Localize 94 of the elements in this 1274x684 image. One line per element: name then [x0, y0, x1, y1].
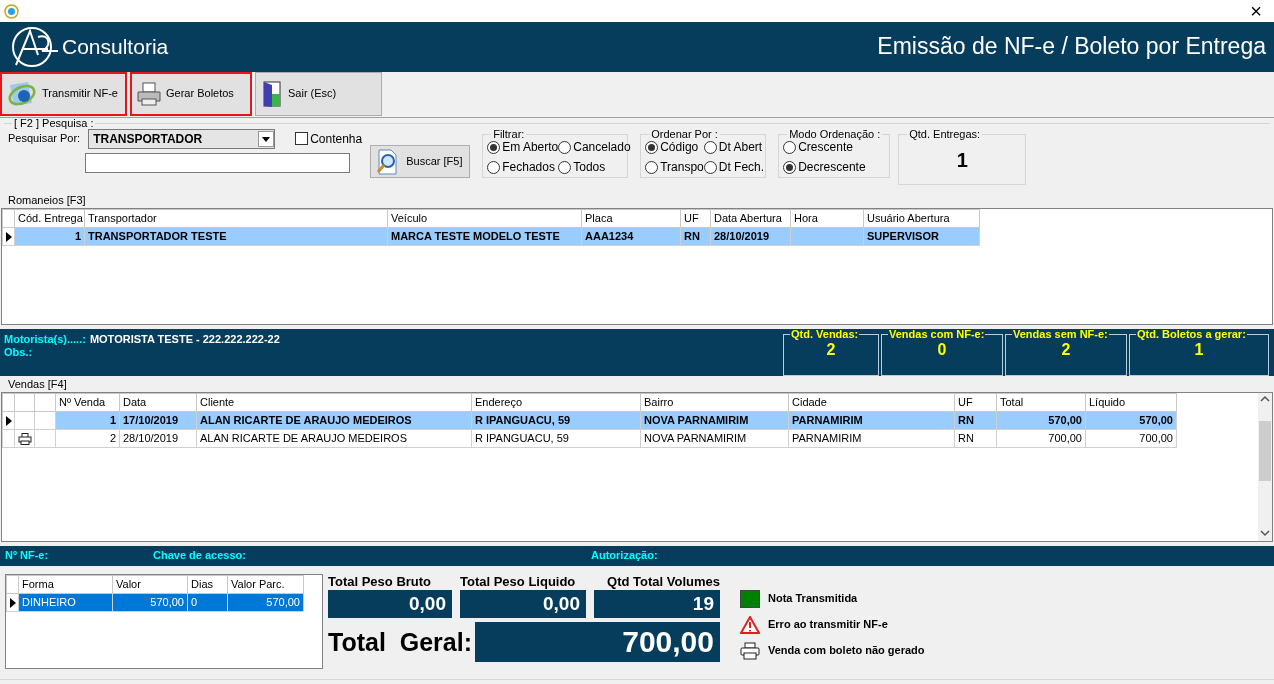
scrollbar[interactable]: [1258, 393, 1272, 541]
table-cell: NOVA PARNAMIRIM: [640, 429, 789, 448]
stat-value: 2: [825, 340, 837, 360]
radio-option[interactable]: Crescente: [783, 140, 886, 155]
group-label: Filtrar:: [492, 129, 526, 140]
section-label: Vendas [F4]: [7, 377, 68, 392]
column-header[interactable]: UF: [680, 209, 711, 228]
deliveries-count: 1: [955, 148, 969, 172]
column-header[interactable]: Data: [119, 393, 197, 412]
search-button[interactable]: Buscar [F5]: [370, 145, 471, 178]
column-header[interactable]: Total: [996, 393, 1086, 412]
stat-value: 1: [1193, 340, 1205, 360]
table-cell: 700,00: [1085, 429, 1177, 448]
driver-name: MOTORISTA TESTE - 222.222.222-22: [89, 333, 280, 347]
column-header[interactable]: Valor: [112, 575, 188, 594]
total-label: Total Peso Bruto: [328, 574, 433, 590]
total-value: 19: [594, 589, 720, 618]
toolbar-button[interactable]: Gerar Boletos: [130, 72, 252, 116]
table-cell: 2: [55, 429, 120, 448]
column-header[interactable]: Endereço: [471, 393, 641, 412]
app-icon: [4, 3, 19, 19]
column-header[interactable]: Valor Parc.: [227, 575, 304, 594]
legend-label: Erro ao transmitir NF-e: [768, 618, 888, 632]
search-field[interactable]: [85, 153, 350, 173]
field-label: Nº NF-e:: [4, 549, 50, 563]
radio-option[interactable]: Em Aberto: [487, 140, 559, 155]
group-label: Qtd. Entregas:: [908, 129, 982, 140]
radio-option[interactable]: Cancelado: [558, 140, 631, 155]
scrollbar-thumb[interactable]: [1259, 421, 1271, 481]
grand-total-value: 700,00: [475, 621, 720, 662]
field-label: Motorista(s).....:: [4, 333, 86, 347]
radio-option[interactable]: Todos: [558, 160, 631, 175]
group-label: Ordenar Por :: [650, 129, 719, 140]
table-cell: ALAN RICARTE DE ARAUJO MEDEIROS: [196, 429, 472, 448]
total-value: 0,00: [328, 589, 452, 618]
field-label: Autorização:: [591, 549, 658, 563]
column-header[interactable]: Usuário Abertura: [863, 209, 980, 228]
column-header[interactable]: Dias: [187, 575, 228, 594]
grand-total-label: Total Geral:: [328, 626, 472, 657]
table-cell: 28/10/2019: [119, 429, 197, 448]
column-header[interactable]: Data Abertura: [710, 209, 791, 228]
total-value: 0,00: [460, 589, 586, 618]
stat-label: Qtd. Vendas:: [790, 329, 860, 340]
radio-option[interactable]: Transpo: [645, 160, 704, 175]
total-label: Qtd Total Volumes: [606, 574, 720, 590]
toolbar-button[interactable]: Transmitir NF-e: [0, 72, 127, 116]
stat-value: 2: [1060, 340, 1072, 360]
radio-option[interactable]: Decrescente: [783, 160, 886, 175]
table-cell: RN: [954, 429, 997, 448]
search-by-dropdown[interactable]: TRANSPORTADOR: [88, 129, 276, 149]
contains-checkbox[interactable]: Contenha: [295, 131, 363, 147]
warning-icon: [740, 616, 760, 634]
printer-icon: [740, 642, 760, 660]
document-globe-icon: [6, 79, 38, 109]
field-label: Chave de acesso:: [153, 549, 247, 563]
stat-value: 0: [936, 340, 948, 360]
radio-option[interactable]: Dt Abert: [703, 140, 765, 155]
column-header[interactable]: Forma: [18, 575, 113, 594]
stat-label: Vendas sem NF-e:: [1012, 329, 1109, 340]
table-cell: 700,00: [996, 429, 1086, 448]
column-header[interactable]: Cliente: [196, 393, 472, 412]
radio-option[interactable]: Dt Fech.: [703, 160, 765, 175]
column-header[interactable]: UF: [954, 393, 997, 412]
stat-label: Vendas com NF-e:: [888, 329, 986, 340]
table-cell: R IPANGUACU, 59: [471, 429, 641, 448]
column-header[interactable]: Transportador: [84, 209, 388, 228]
group-label: [ F2 ] Pesquisa :: [13, 118, 95, 129]
column-header[interactable]: Veículo: [387, 209, 582, 228]
legend-label: Venda com boleto não gerado: [768, 644, 925, 658]
column-header[interactable]: Cód. Entrega: [14, 209, 85, 228]
legend-swatch: [740, 590, 760, 608]
table-cell: PARNAMIRIM: [788, 429, 955, 448]
column-header[interactable]: Nº Venda: [55, 393, 120, 412]
column-header[interactable]: Hora: [790, 209, 864, 228]
brand-name: Consultoria: [62, 34, 169, 60]
total-label: Total Peso Liquido: [460, 574, 577, 590]
legend-label: Nota Transmitida: [768, 592, 858, 606]
column-header[interactable]: Placa: [581, 209, 681, 228]
column-header[interactable]: Líquido: [1085, 393, 1177, 412]
group-label: Modo Ordenação :: [788, 129, 882, 140]
radio-option[interactable]: Fechados: [487, 160, 559, 175]
page-title: Emissão de NF-e / Boleto por Entrega: [877, 33, 1266, 61]
close-button[interactable]: ×: [1242, 0, 1270, 23]
printer-icon: [136, 82, 162, 106]
column-header[interactable]: Cidade: [788, 393, 955, 412]
toolbar-button[interactable]: Sair (Esc): [255, 72, 382, 116]
radio-option[interactable]: Código: [645, 140, 704, 155]
column-header[interactable]: Bairro: [640, 393, 789, 412]
stat-label: Qtd. Boletos a gerar:: [1136, 329, 1247, 340]
field-label: Obs.:: [4, 346, 34, 360]
field-label: Pesquisar Por:: [8, 132, 81, 146]
door-icon: [260, 80, 284, 108]
scroll-down-icon: [1258, 527, 1272, 539]
section-label: Romaneios [F3]: [7, 193, 87, 208]
